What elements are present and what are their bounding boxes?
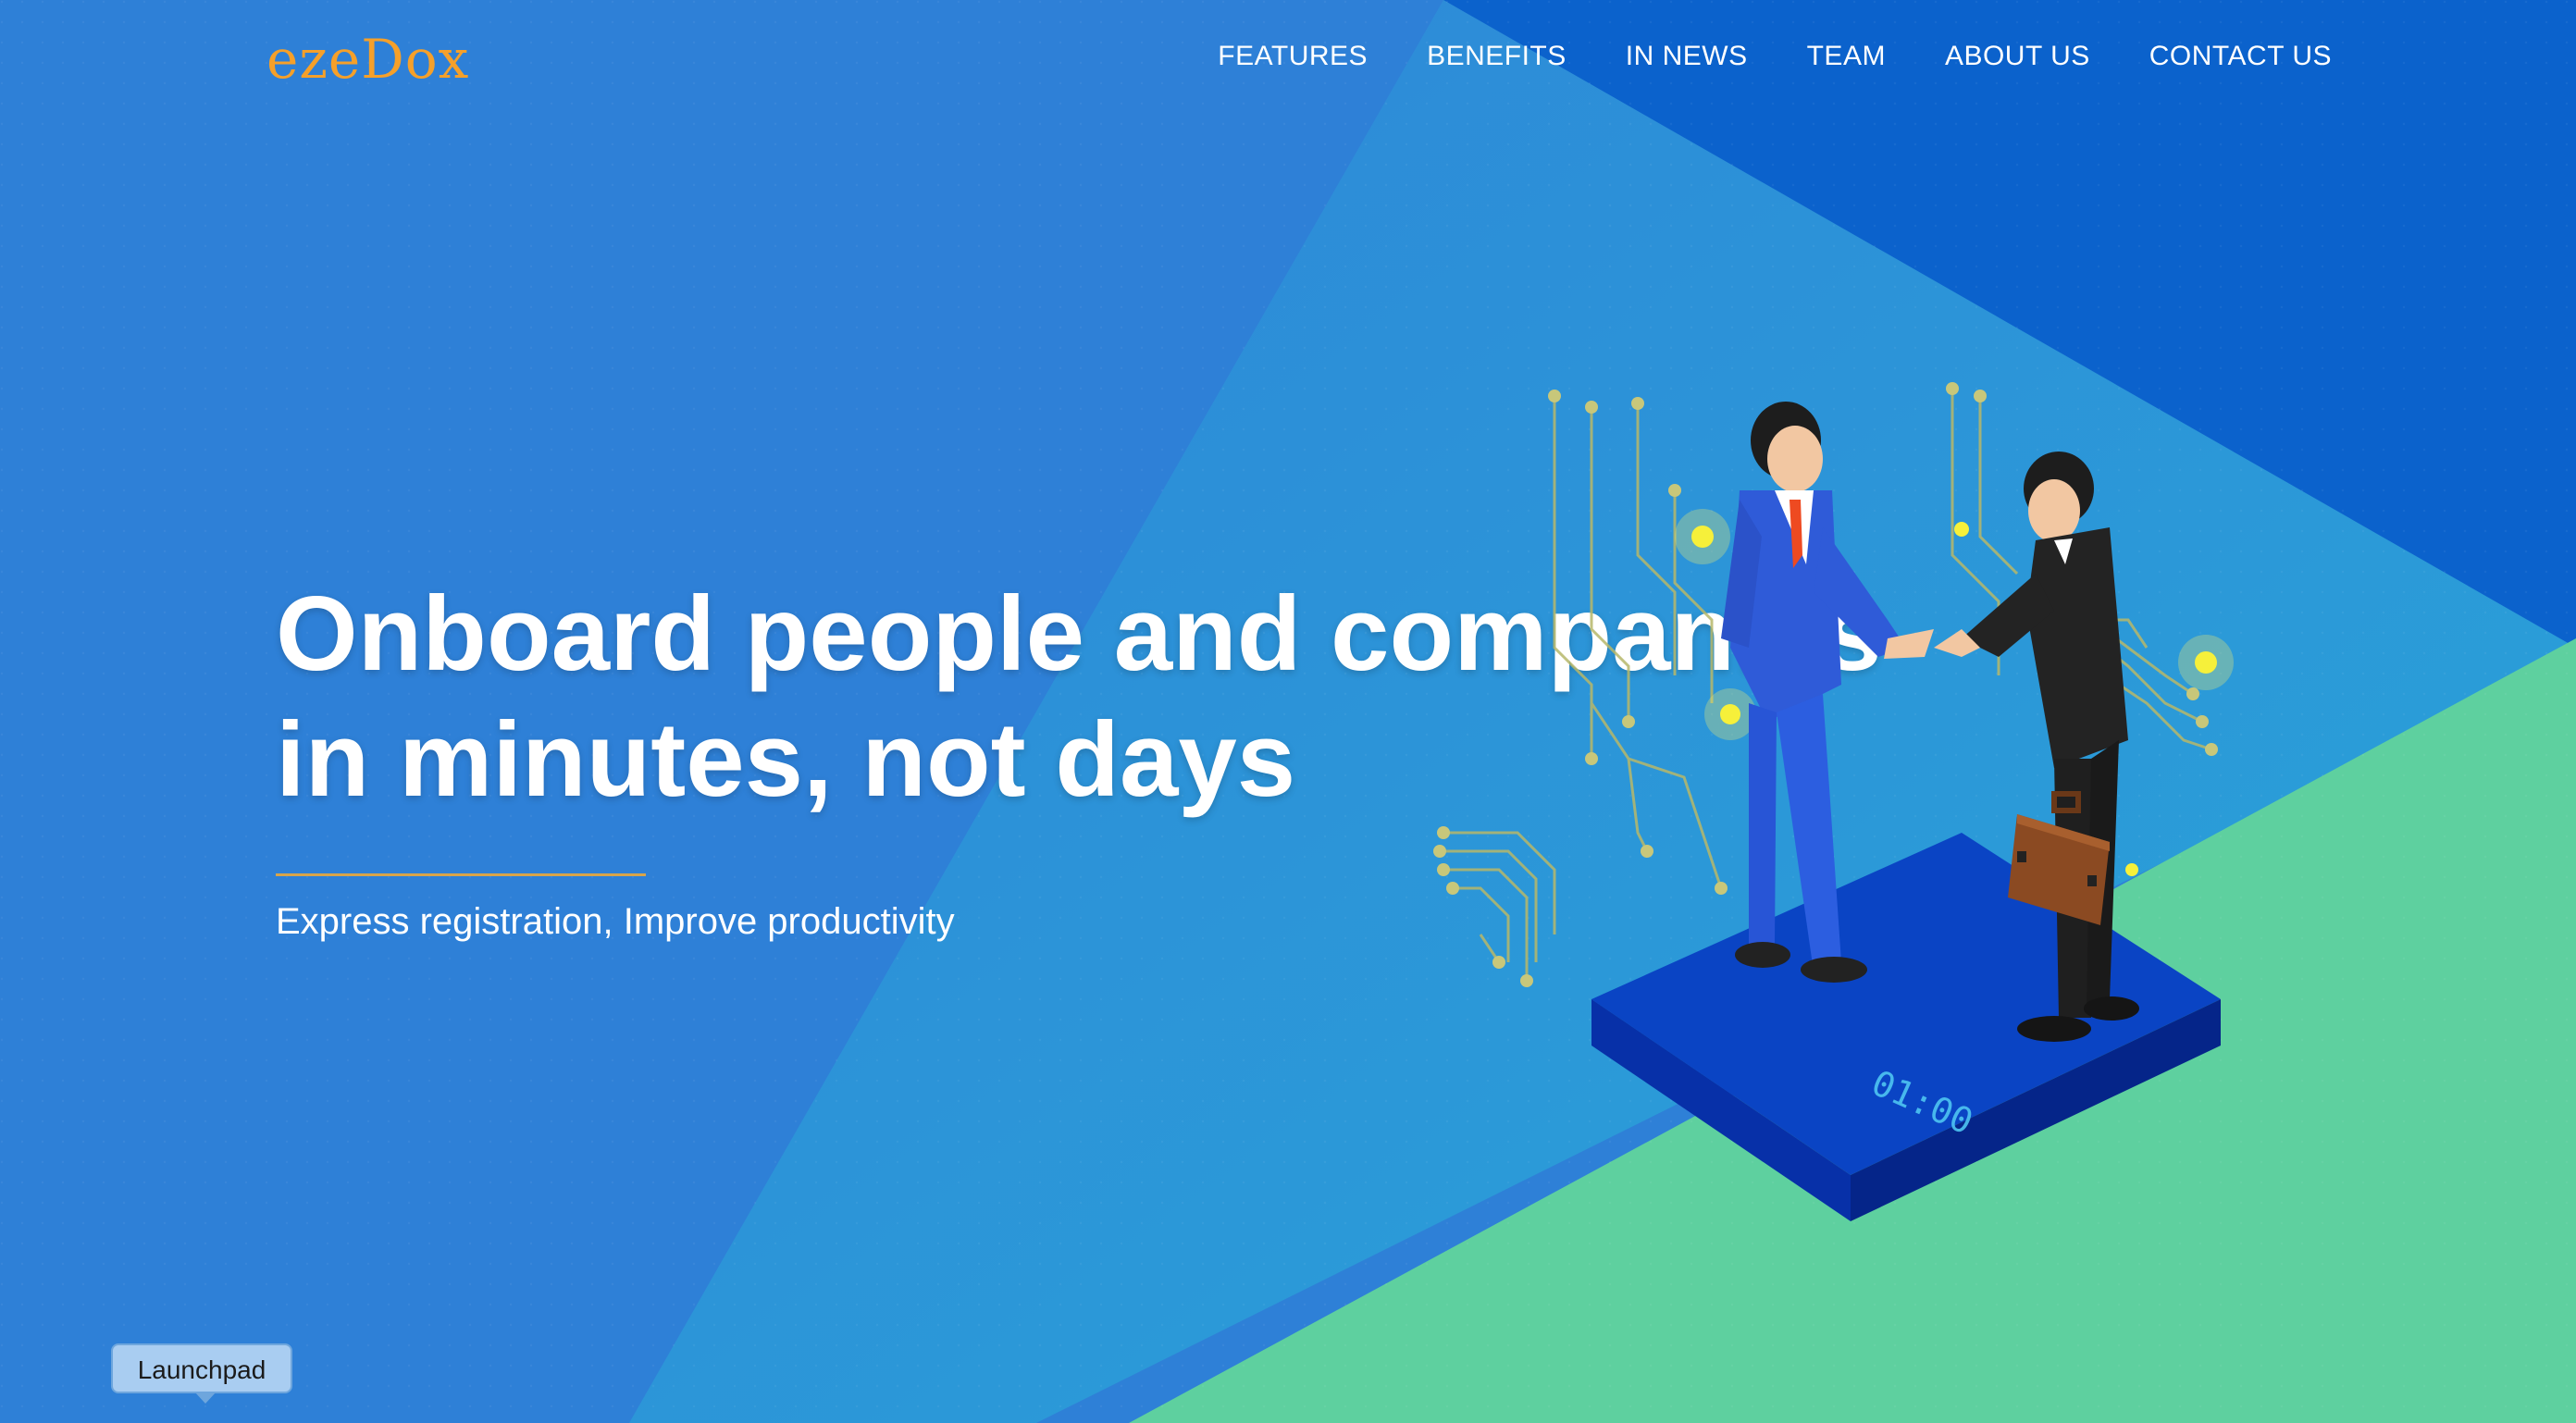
nav-benefits[interactable]: BENEFITS <box>1427 31 1567 81</box>
nav-team[interactable]: TEAM <box>1807 31 1886 81</box>
nav-contact-us[interactable]: CONTACT US <box>2149 31 2332 81</box>
brand-logo[interactable]: ezeDox <box>266 22 469 96</box>
hero-subtitle: Express registration, Improve productivi… <box>276 901 955 942</box>
business-handshake-illustration: 01:00 <box>1406 370 2295 1240</box>
nav-features[interactable]: FEATURES <box>1218 31 1368 81</box>
nav-about-us[interactable]: ABOUT US <box>1945 31 2090 81</box>
main-nav: FEATURES BENEFITS IN NEWS TEAM ABOUT US … <box>1158 31 2332 81</box>
logo-wordmark: ezeDox <box>266 28 470 91</box>
hero-divider <box>276 873 646 876</box>
nav-in-news[interactable]: IN NEWS <box>1626 31 1748 81</box>
launchpad-tooltip: Launchpad <box>111 1343 292 1404</box>
